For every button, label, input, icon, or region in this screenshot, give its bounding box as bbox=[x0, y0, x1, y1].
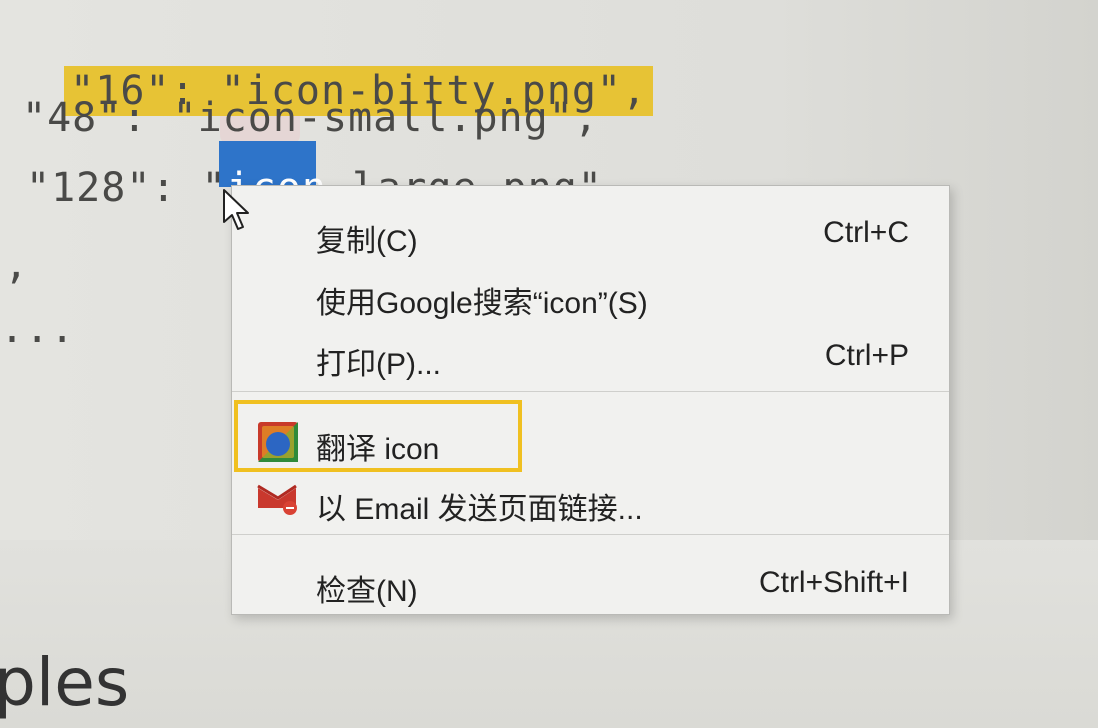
translate-icon bbox=[258, 422, 298, 462]
code-line-ellipsis: ... bbox=[0, 306, 76, 352]
menu-item-shortcut: Ctrl+Shift+I bbox=[758, 566, 909, 599]
menu-item-google-search[interactable]: 使用Google搜索“icon”(S) bbox=[232, 268, 949, 324]
menu-item-label: 以 Email 发送页面链接... bbox=[316, 493, 643, 526]
menu-item-label: 复制(C) bbox=[316, 225, 418, 258]
menu-item-email-link[interactable]: 以 Email 发送页面链接... bbox=[232, 474, 949, 530]
email-icon bbox=[257, 484, 297, 515]
code-line-48: "48": "icon-small.png", bbox=[22, 95, 599, 141]
mouse-cursor-icon bbox=[223, 189, 249, 230]
menu-item-label: 打印(P)... bbox=[316, 348, 441, 381]
menu-item-shortcut: Ctrl+C bbox=[823, 216, 909, 249]
menu-item-label: 使用Google搜索“icon”(S) bbox=[316, 287, 648, 320]
menu-separator bbox=[232, 391, 949, 392]
menu-item-copy[interactable]: 复制(C) Ctrl+C bbox=[232, 206, 949, 262]
section-heading: ples bbox=[0, 644, 130, 721]
menu-item-shortcut: Ctrl+P bbox=[824, 339, 909, 372]
menu-item-inspect[interactable]: 检查(N) Ctrl+Shift+I bbox=[232, 556, 949, 612]
menu-separator bbox=[232, 534, 949, 535]
code-line-comma: , bbox=[4, 242, 30, 288]
menu-item-label: 检查(N) bbox=[316, 575, 418, 608]
context-menu: 复制(C) Ctrl+C 使用Google搜索“icon”(S) 打印(P)..… bbox=[231, 185, 950, 615]
code-line-128-prefix: "128": " bbox=[26, 165, 227, 211]
menu-item-print[interactable]: 打印(P)... Ctrl+P bbox=[232, 329, 949, 385]
